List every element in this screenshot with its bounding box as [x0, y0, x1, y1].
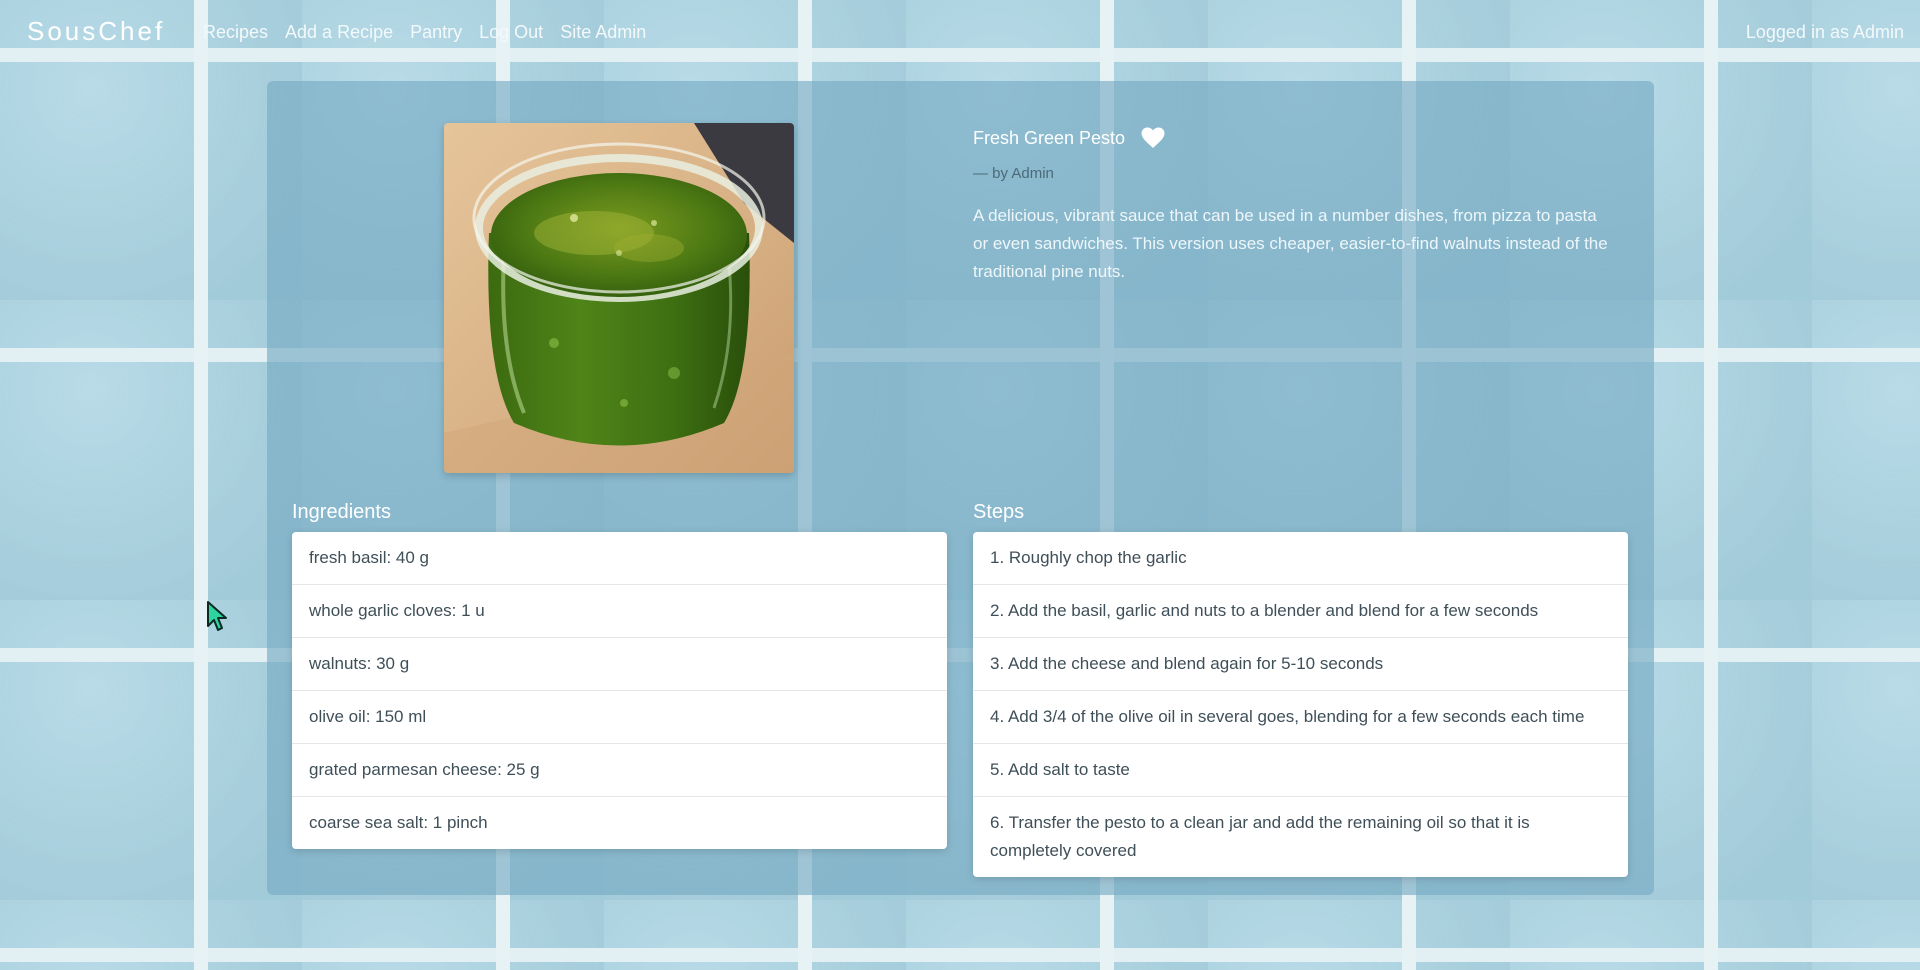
- nav-link-log-out[interactable]: Log Out: [479, 22, 543, 43]
- user-status: Logged in as Admin: [1745, 22, 1904, 42]
- steps-list: 1. Roughly chop the garlic 2. Add the ba…: [973, 532, 1628, 877]
- nav-link-add-recipe[interactable]: Add a Recipe: [285, 22, 393, 43]
- nav-link-recipes[interactable]: Recipes: [203, 22, 268, 43]
- step-item: 1. Roughly chop the garlic: [973, 532, 1628, 585]
- ingredients-heading: Ingredients: [292, 501, 391, 523]
- recipe-title: Fresh Green Pesto: [973, 127, 1126, 148]
- ingredient-item: olive oil: 150 ml: [292, 691, 947, 744]
- recipe-description: A delicious, vibrant sauce that can be u…: [973, 206, 1608, 281]
- step-item: 3. Add the cheese and blend again for 5-…: [973, 638, 1628, 691]
- recipe-photo: [444, 123, 794, 473]
- brand-logo[interactable]: SousChef: [27, 16, 165, 47]
- ingredient-item: coarse sea salt: 1 pinch: [309, 813, 488, 832]
- nav-links: Recipes Add a Recipe Pantry Log Out Site…: [203, 22, 646, 43]
- ingredient-item: walnuts: 30 g: [292, 638, 947, 691]
- mouse-cursor-icon: [206, 600, 230, 632]
- ingredients-list: fresh basil: 40 g whole garlic cloves: 1…: [292, 532, 947, 849]
- ingredient-item: grated parmesan cheese: 25 g: [292, 744, 947, 797]
- recipe-author: — by Admin: [973, 165, 1054, 182]
- step-item: 2. Add the basil, garlic and nuts to a b…: [973, 585, 1628, 638]
- recipe-info: Fresh Green Pesto — by Admin A delicious…: [973, 123, 1623, 286]
- step-item: 4. Add 3/4 of the olive oil in several g…: [973, 691, 1628, 744]
- nav-link-site-admin[interactable]: Site Admin: [560, 22, 646, 43]
- nav-link-pantry[interactable]: Pantry: [410, 22, 462, 43]
- title-row: Fresh Green Pesto: [973, 123, 1623, 153]
- steps-heading: Steps: [973, 501, 1025, 523]
- step-item: 5. Add salt to taste: [973, 744, 1628, 797]
- navbar: SousChef Recipes Add a Recipe Pantry Log…: [0, 0, 1920, 64]
- ingredient-item: fresh basil: 40 g: [292, 532, 947, 585]
- ingredient-item: whole garlic cloves: 1 u: [292, 585, 947, 638]
- step-item: 6. Transfer the pesto to a clean jar and…: [990, 813, 1530, 860]
- heart-icon[interactable]: [1141, 127, 1165, 149]
- recipe-panel: Fresh Green Pesto — by Admin A delicious…: [267, 81, 1654, 895]
